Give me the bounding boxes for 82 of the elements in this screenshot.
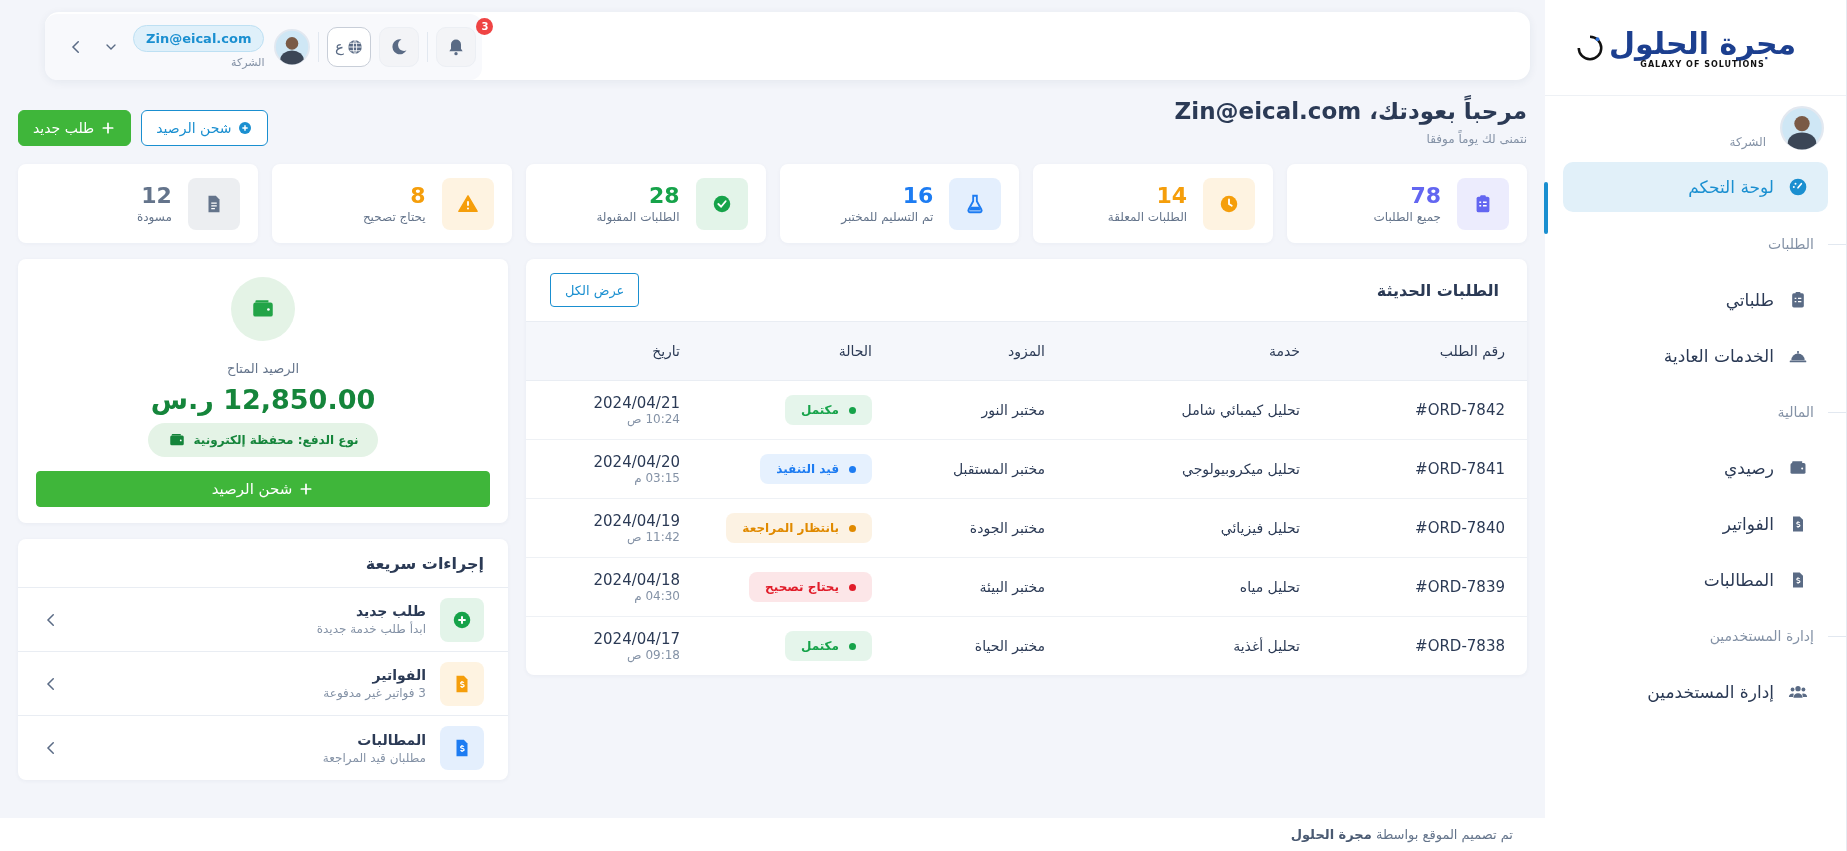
- order-time: 09:18 ص: [627, 648, 680, 662]
- status-badge: بانتظار المراجعة: [726, 513, 872, 543]
- view-all-button[interactable]: عرض الكل: [550, 273, 640, 307]
- order-number: #ORD-7838: [1414, 637, 1505, 655]
- nav-section-label: الطلبات: [1768, 236, 1814, 252]
- nav-item[interactable]: طلباتي: [1563, 272, 1828, 328]
- order-date: 2024/04/18: [593, 571, 680, 589]
- table-cell-text: تحليل ميكروبيولوجي: [1181, 461, 1300, 477]
- card-title: إجراءات سريعة: [365, 553, 484, 573]
- stat-value: 14: [1155, 183, 1188, 208]
- warning-icon: [456, 192, 479, 215]
- stat-label: الطلبات المعلقة: [1107, 210, 1188, 224]
- balance-label: الرصيد المتاح: [227, 361, 299, 376]
- table-cell-text: مختبر الجودة: [968, 520, 1045, 536]
- table-cell-text: تحليل مياه: [1238, 579, 1300, 595]
- language-button[interactable]: ع: [327, 27, 372, 67]
- order-time: 03:15 م: [634, 471, 680, 485]
- nav-item[interactable]: الخدمات العادية: [1563, 328, 1828, 384]
- status-badge: يحتاج تصحيح: [749, 572, 872, 602]
- status-badge: قيد التنفيذ: [760, 454, 872, 484]
- nav-item[interactable]: إدارة المستخدمين: [1563, 664, 1828, 720]
- user-role: الشركة: [231, 56, 265, 69]
- card-title: الطلبات الحديثة: [1376, 280, 1499, 300]
- column-header: الحالة: [837, 343, 872, 359]
- status-badge: مكتمل: [784, 631, 872, 661]
- logo-tagline: GALAXY OF SOLUTIONS: [1640, 59, 1765, 69]
- order-date: 2024/04/20: [593, 453, 680, 471]
- order-time: 10:24 ص: [627, 412, 680, 426]
- avatar: [274, 29, 311, 65]
- column-header: خدمة: [1268, 343, 1300, 359]
- order-time: 11:42 ص: [627, 530, 680, 544]
- table-cell-text: تحليل فيزيائي: [1219, 520, 1300, 536]
- quick-action[interactable]: طلب جديد ابدأ طلب خدمة جديدة: [18, 588, 508, 652]
- order-time: 04:30 م: [634, 589, 680, 603]
- order-date: 2024/04/19: [593, 512, 680, 530]
- quick-action[interactable]: الفواتير 3 فواتير غير مدفوعة: [18, 652, 508, 716]
- order-date: 2024/04/21: [593, 394, 680, 412]
- stat-label: جميع الطلبات: [1373, 210, 1441, 224]
- footer-credit: تم تصميم الموقع بواسطة مجرة الحلول: [1290, 827, 1513, 842]
- stat-value: 78: [1409, 183, 1441, 208]
- avatar: [1780, 106, 1824, 150]
- nav-item[interactable]: رصيدي: [1563, 440, 1828, 496]
- payment-type: نوع الدفع: محفظة إلكترونية: [147, 423, 379, 457]
- table-cell-text: مختبر المستقبل: [951, 461, 1045, 477]
- stat-label: تم التسليم للمختبر: [841, 210, 934, 224]
- column-header: تاريخ: [651, 343, 680, 359]
- page-subtitle: نتمنى لك يوماً موفقا: [1425, 132, 1527, 146]
- order-date: 2024/04/17: [593, 630, 680, 648]
- plus-circle-icon: [237, 120, 254, 136]
- nav-item[interactable]: الفواتير: [1563, 496, 1828, 552]
- table-cell-text: مختبر النور: [980, 402, 1045, 418]
- order-number: #ORD-7841: [1414, 460, 1505, 478]
- notifications-button[interactable]: [436, 27, 477, 67]
- nav-section-label: إدارة المستخدمين: [1709, 628, 1814, 644]
- table-cell-text: مختبر الحياة: [973, 638, 1045, 654]
- column-header: رقم الطلب: [1438, 343, 1505, 359]
- table-cell-text: مختبر البيئة: [978, 579, 1045, 595]
- order-number: #ORD-7842: [1414, 401, 1505, 419]
- table-cell-text: تحليل كيمبائي شامل: [1180, 402, 1300, 418]
- user-role: الشركة: [1729, 135, 1766, 149]
- top-up-button[interactable]: شحن الرصيد: [141, 110, 269, 146]
- stat-value: 28: [647, 183, 680, 208]
- notification-badge: 3: [476, 18, 494, 35]
- theme-toggle-button[interactable]: [379, 27, 420, 67]
- stat-value: 12: [140, 183, 172, 208]
- stat-label: يحتاج تصحيح: [362, 210, 426, 224]
- order-number: #ORD-7839: [1414, 578, 1505, 596]
- logo-title: مجرة الحلول: [1608, 26, 1797, 60]
- nav-section-label: المالية: [1777, 404, 1814, 420]
- stat-label: مسودة: [136, 210, 172, 224]
- stat-label: الطلبات المقبولة: [596, 210, 680, 224]
- stat-value: 16: [901, 183, 934, 208]
- table-cell-text: تحليل أغذية: [1232, 638, 1300, 654]
- quick-action[interactable]: المطالبات مطلبان قيد المراجعة: [18, 716, 508, 780]
- order-number: #ORD-7840: [1414, 519, 1505, 537]
- balance-amount: 12,850.00 ر.س: [150, 384, 376, 415]
- stat-value: 8: [409, 183, 426, 208]
- column-header: المزود: [1007, 343, 1045, 359]
- gauge-icon: [1788, 177, 1808, 197]
- globe-icon: [345, 38, 364, 56]
- nav-item[interactable]: المطالبات: [1563, 552, 1828, 608]
- status-badge: مكتمل: [784, 395, 872, 425]
